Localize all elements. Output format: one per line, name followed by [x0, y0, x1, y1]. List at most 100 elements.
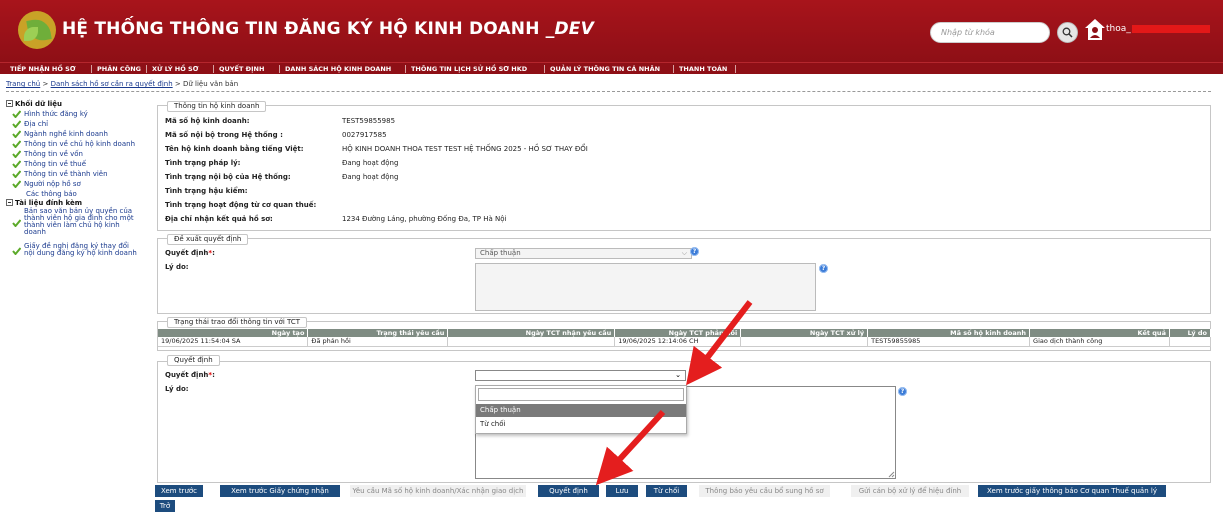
table-cell: TEST59855985 — [867, 337, 1031, 347]
field-label: Tình trạng pháp lý: — [165, 159, 241, 167]
menu-item-process[interactable]: XỬ LÝ HỒ SƠ — [148, 63, 202, 75]
legal-status-value: Đang hoạt động — [342, 159, 399, 167]
table-cell: Đã phản hồi — [307, 337, 449, 347]
tct-legend: Trạng thái trao đổi thông tin với TCT — [167, 317, 308, 328]
dropdown-search-input[interactable] — [478, 388, 684, 401]
breadcrumb-current: > Dữ liệu văn bản — [172, 80, 239, 88]
breadcrumb: Trang chủ > Danh sách hồ sơ cần ra quyết… — [6, 80, 239, 88]
help-icon[interactable]: ? — [689, 371, 698, 380]
chevron-down-icon: ⌄ — [675, 371, 681, 379]
tree-item-members[interactable]: Thông tin về thành viên — [24, 170, 108, 178]
tree-item-business-lines[interactable]: Ngành nghề kinh doanh — [24, 130, 108, 138]
field-label: Tên hộ kinh doanh bằng tiếng Việt: — [165, 145, 304, 153]
search-input[interactable]: Nhập từ khóa — [930, 22, 1050, 43]
check-icon — [12, 170, 21, 178]
breadcrumb-list-link[interactable]: Danh sách hồ sơ cần ra quyết định — [51, 80, 173, 88]
preview-tax-notice-button[interactable]: Xem trước giấy thông báo Cơ quan Thuế qu… — [978, 485, 1166, 497]
help-icon[interactable]: ? — [898, 387, 907, 396]
col-request-status: Trạng thái yêu cầu — [307, 329, 449, 337]
tree-item-change-request[interactable]: Giấy đề nghị đăng ký thay đổi nội dung đă… — [24, 243, 137, 257]
business-info-legend: Thông tin hộ kinh doanh — [167, 101, 267, 112]
main-content: Thông tin hộ kinh doanh Mã số hộ kinh do… — [155, 97, 1212, 522]
save-button[interactable]: Lưu — [606, 485, 638, 497]
tree-item-authorization-doc[interactable]: Bản sao văn bản ủy quyền của thành viên h… — [24, 208, 134, 236]
tree-item-capital[interactable]: Thông tin về vốn — [24, 150, 83, 158]
col-created: Ngày tạo — [158, 329, 309, 337]
col-reason: Lý do — [1169, 329, 1212, 337]
tct-table: Ngày tạo Trạng thái yêu cầu Ngày TCT nhậ… — [158, 329, 1212, 347]
proposal-reason-textarea[interactable] — [475, 263, 816, 311]
internal-status-value: Đang hoạt động — [342, 173, 399, 181]
redacted-user-mark — [1131, 24, 1210, 33]
tree-item-notices[interactable]: Các thông báo — [26, 190, 77, 198]
check-icon — [12, 247, 21, 255]
resize-handle-icon[interactable] — [888, 471, 895, 478]
request-tax-code-button: Yêu cầu Mã số hộ kinh doanh/Xác nhận gia… — [350, 485, 526, 497]
col-responded: Ngày TCT phản hồi — [614, 329, 742, 337]
field-label: Địa chỉ nhận kết quả hồ sơ: — [165, 215, 273, 223]
app-header: HỆ THỐNG THÔNG TIN ĐĂNG KÝ HỘ KINH DOANH… — [0, 0, 1223, 62]
business-name-value: HỘ KINH DOANH THOA TEST TEST HỆ THỐNG 20… — [342, 145, 588, 153]
back-button[interactable]: Trở về — [155, 500, 175, 522]
app-title: HỆ THỐNG THÔNG TIN ĐĂNG KÝ HỘ KINH DOANH… — [62, 19, 594, 39]
collapse-icon[interactable] — [6, 199, 13, 206]
table-cell — [1169, 337, 1212, 347]
table-cell: Giao dịch thành công — [1029, 337, 1170, 347]
menu-item-personal-info[interactable]: QUẢN LÝ THÔNG TIN CÁ NHÂN — [546, 63, 664, 75]
help-icon[interactable]: ? — [690, 247, 699, 256]
check-icon — [12, 140, 21, 148]
check-icon — [12, 180, 21, 188]
decision-legend: Quyết định — [167, 355, 220, 366]
col-received: Ngày TCT nhận yêu cầu — [447, 329, 616, 337]
tree-item-owner-info[interactable]: Thông tin về chủ hộ kinh doanh — [24, 140, 135, 148]
check-icon — [12, 120, 21, 128]
menu-item-receive[interactable]: TIẾP NHẬN HỒ SƠ — [6, 63, 80, 75]
field-label: Tình trạng hoạt động từ cơ quan thuế: — [165, 201, 317, 209]
tree-item-address[interactable]: Địa chỉ — [24, 120, 48, 128]
menu-item-decision[interactable]: QUYẾT ĐỊNH — [215, 63, 268, 75]
home-user-icon[interactable] — [1084, 18, 1106, 42]
proposal-decision-label: Quyết định*: — [165, 249, 215, 257]
table-cell — [447, 337, 616, 347]
user-name[interactable]: thoa_ — [1106, 24, 1210, 34]
check-icon — [12, 219, 21, 227]
col-business-code: Mã số hộ kinh doanh — [867, 329, 1031, 337]
check-icon — [12, 150, 21, 158]
proposal-decision-select[interactable]: Chấp thuận ⌵ — [475, 248, 692, 259]
tree-item-registration-form[interactable]: Hình thức đăng ký — [24, 110, 88, 118]
tree-item-submitter[interactable]: Người nộp hồ sơ — [24, 180, 81, 188]
chevron-down-icon: ⌵ — [681, 249, 687, 257]
proposal-reason-label: Lý do: — [165, 263, 189, 271]
internal-code-value: 0027917585 — [342, 131, 387, 139]
decision-label: Quyết định*: — [165, 371, 215, 379]
breadcrumb-home-link[interactable]: Trang chủ — [6, 80, 40, 88]
reject-button[interactable]: Từ chối — [646, 485, 687, 497]
field-label: Tình trạng nội bộ của Hệ thống: — [165, 173, 291, 181]
supplement-notice-button: Thông báo yêu cầu bổ sung hồ sơ — [699, 485, 830, 497]
tree-group-attachments[interactable]: Tài liệu đính kèm — [6, 199, 82, 207]
tree-item-tax[interactable]: Thông tin về thuế — [24, 160, 86, 168]
search-button[interactable] — [1057, 22, 1078, 43]
help-icon[interactable]: ? — [819, 264, 828, 273]
business-code-value: TEST59855985 — [342, 117, 396, 125]
collapse-icon[interactable] — [6, 100, 13, 107]
tree-group-data[interactable]: Khối dữ liệu — [6, 100, 62, 108]
app-logo[interactable] — [18, 11, 56, 49]
menu-item-history[interactable]: THÔNG TIN LỊCH SỬ HỒ SƠ HKD — [407, 63, 531, 75]
menu-item-assign[interactable]: PHÂN CÔNG — [93, 63, 145, 75]
preview-certificate-button[interactable]: Xem trước Giấy chứng nhận — [220, 485, 340, 497]
dropdown-option-approve[interactable]: Chấp thuận — [476, 404, 686, 417]
dropdown-option-reject[interactable]: Từ chối — [476, 418, 686, 431]
menu-item-business-list[interactable]: DANH SÁCH HỘ KINH DOANH — [281, 63, 395, 75]
menu-item-payment[interactable]: THANH TOÁN — [675, 63, 731, 75]
preview-button[interactable]: Xem trước — [155, 485, 203, 497]
decide-button[interactable]: Quyết định — [538, 485, 599, 497]
divider — [6, 91, 1211, 92]
table-cell: 19/06/2025 12:14:06 CH — [614, 337, 742, 347]
decision-dropdown: Chấp thuận Từ chối — [475, 385, 687, 434]
field-label: Mã số nội bộ trong Hệ thống : — [165, 131, 283, 139]
check-icon — [12, 130, 21, 138]
proposal-legend: Đề xuất quyết định — [167, 234, 249, 245]
search-icon — [1062, 27, 1073, 38]
decision-select[interactable]: ⌄ — [475, 370, 686, 381]
